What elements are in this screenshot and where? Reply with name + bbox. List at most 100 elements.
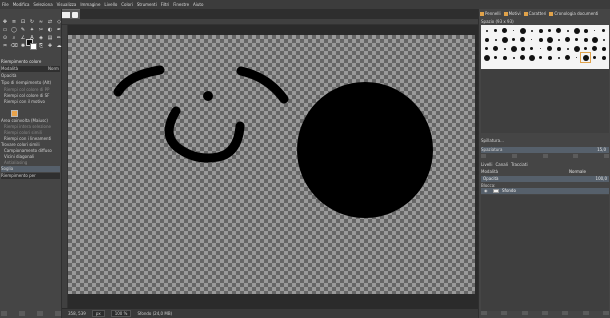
brush-preset[interactable] <box>590 35 599 44</box>
lower-layer-icon[interactable] <box>541 311 548 315</box>
brush-preset[interactable] <box>545 53 554 62</box>
zoom-selector[interactable]: 100 % <box>110 310 132 317</box>
brush-preset[interactable] <box>536 44 545 53</box>
brush-preset[interactable] <box>563 35 572 44</box>
brush-preset[interactable] <box>491 26 500 35</box>
brush-preset[interactable] <box>482 26 491 35</box>
layer-name[interactable]: Sfondo <box>502 188 516 194</box>
brush-preset[interactable] <box>518 53 527 62</box>
brush-preset[interactable] <box>572 35 581 44</box>
delete-brush-icon[interactable] <box>573 154 579 158</box>
brush-preset[interactable] <box>518 26 527 35</box>
align-icon[interactable]: ≡ <box>10 19 18 26</box>
crop-icon[interactable]: ⊡ <box>19 19 27 26</box>
brush-preset[interactable] <box>527 53 536 62</box>
brush-preset[interactable] <box>509 53 518 62</box>
brush-preset[interactable] <box>563 26 572 35</box>
refresh-brushes-icon[interactable] <box>604 154 609 158</box>
layer-mode-value[interactable]: Normale <box>569 169 586 175</box>
delete-layer-icon[interactable] <box>602 311 609 315</box>
anchor-layer-icon[interactable] <box>582 311 589 315</box>
brush-preset[interactable] <box>590 53 599 62</box>
delete-options-icon[interactable] <box>37 311 43 316</box>
brush-preset[interactable] <box>527 44 536 53</box>
warp-icon[interactable]: ≈ <box>37 19 45 26</box>
edit-brush-icon[interactable] <box>481 154 486 158</box>
pattern-swatch[interactable] <box>11 110 18 117</box>
brush-preset[interactable] <box>599 53 608 62</box>
brush-preset[interactable] <box>572 53 581 62</box>
brush-preset[interactable] <box>581 26 590 35</box>
menu-item-modifica[interactable]: Modifica <box>13 2 30 7</box>
close-icon[interactable] <box>72 12 78 18</box>
eye-icon[interactable]: ◉ <box>484 189 488 193</box>
scissors-icon[interactable]: ✂ <box>37 27 45 34</box>
brush-preset[interactable] <box>500 53 509 62</box>
tab-layers[interactable]: Livelli <box>481 162 493 167</box>
brush-preset[interactable] <box>518 35 527 44</box>
save-options-icon[interactable] <box>1 311 7 316</box>
brush-preset[interactable] <box>545 26 554 35</box>
tab-fonts[interactable]: Caratteri <box>523 11 546 16</box>
brush-preset[interactable] <box>500 44 509 53</box>
brush-preset[interactable] <box>518 44 527 53</box>
eraser-icon[interactable]: ⌫ <box>10 43 18 50</box>
brush-preset[interactable] <box>491 35 500 44</box>
reset-options-icon[interactable] <box>55 311 61 316</box>
brush-preset[interactable] <box>509 44 518 53</box>
tab-channels[interactable]: Canali <box>496 162 508 167</box>
brush-preset[interactable] <box>482 44 491 53</box>
menu-item-finestre[interactable]: Finestre <box>173 2 189 7</box>
flip-icon[interactable]: ⇄ <box>46 19 54 26</box>
tab-paths[interactable]: Tracciati <box>511 162 528 167</box>
rect-select-icon[interactable]: ▭ <box>1 27 9 34</box>
layer-row[interactable]: ◉ Sfondo <box>481 188 609 194</box>
brush-preset[interactable] <box>491 53 500 62</box>
brush-preset[interactable] <box>572 26 581 35</box>
brush-preset[interactable] <box>500 35 509 44</box>
brush-preset[interactable] <box>491 44 500 53</box>
brush-preset[interactable] <box>527 35 536 44</box>
brush-preset[interactable] <box>509 26 518 35</box>
tab-brushes[interactable]: Pennelli <box>480 11 501 16</box>
brush-preset[interactable] <box>554 35 563 44</box>
brush-preset[interactable] <box>581 35 590 44</box>
brush-preset[interactable] <box>563 44 572 53</box>
new-layer-icon[interactable] <box>481 311 487 315</box>
brush-preset[interactable] <box>545 44 554 53</box>
brush-preset[interactable] <box>509 35 518 44</box>
tab-patterns[interactable]: Motivi <box>503 11 521 16</box>
bucket-fill-icon[interactable]: ◈ <box>37 35 45 42</box>
foreground-select-icon[interactable]: ◐ <box>46 27 54 34</box>
free-select-icon[interactable]: ✎ <box>19 27 27 34</box>
gradient-icon[interactable]: ▤ <box>46 35 54 42</box>
brush-preset[interactable] <box>554 44 563 53</box>
unit-selector[interactable]: px <box>91 310 105 317</box>
brush-preset[interactable] <box>599 26 608 35</box>
menu-item-livello[interactable]: Livello <box>104 2 117 7</box>
restore-options-icon[interactable] <box>19 311 25 316</box>
brush-preset[interactable] <box>554 53 563 62</box>
layer-mode-row[interactable]: Modalità Normale <box>481 169 609 175</box>
raise-layer-icon[interactable] <box>521 311 528 315</box>
duplicate-layer-icon[interactable] <box>562 311 569 315</box>
brush-preset[interactable] <box>527 26 536 35</box>
move-icon[interactable]: ✥ <box>1 19 9 26</box>
clone-icon[interactable]: ⎘ <box>37 43 45 50</box>
fill-type-option-pattern[interactable]: Riempi con il motivo <box>4 99 45 105</box>
brush-filter-input[interactable]: Spillatura... <box>481 138 609 144</box>
menu-item-file[interactable]: File <box>2 2 9 7</box>
menu-item-filtri[interactable]: Filtri <box>161 2 170 7</box>
menu-item-immagine[interactable]: Immagine <box>80 2 100 7</box>
brush-preset[interactable] <box>563 53 572 62</box>
heal-icon[interactable]: ✚ <box>46 43 54 50</box>
brush-preset[interactable] <box>536 53 545 62</box>
new-group-icon[interactable] <box>501 311 508 315</box>
brush-preset[interactable] <box>554 26 563 35</box>
brush-preset[interactable] <box>599 44 608 53</box>
menu-item-aiuto[interactable]: Aiuto <box>193 2 203 7</box>
brush-preset[interactable] <box>590 26 599 35</box>
background-color[interactable] <box>30 43 37 50</box>
layer-opacity-slider[interactable]: Opacità 100,0 <box>481 176 609 182</box>
menu-item-strumenti[interactable]: Strumenti <box>137 2 157 7</box>
